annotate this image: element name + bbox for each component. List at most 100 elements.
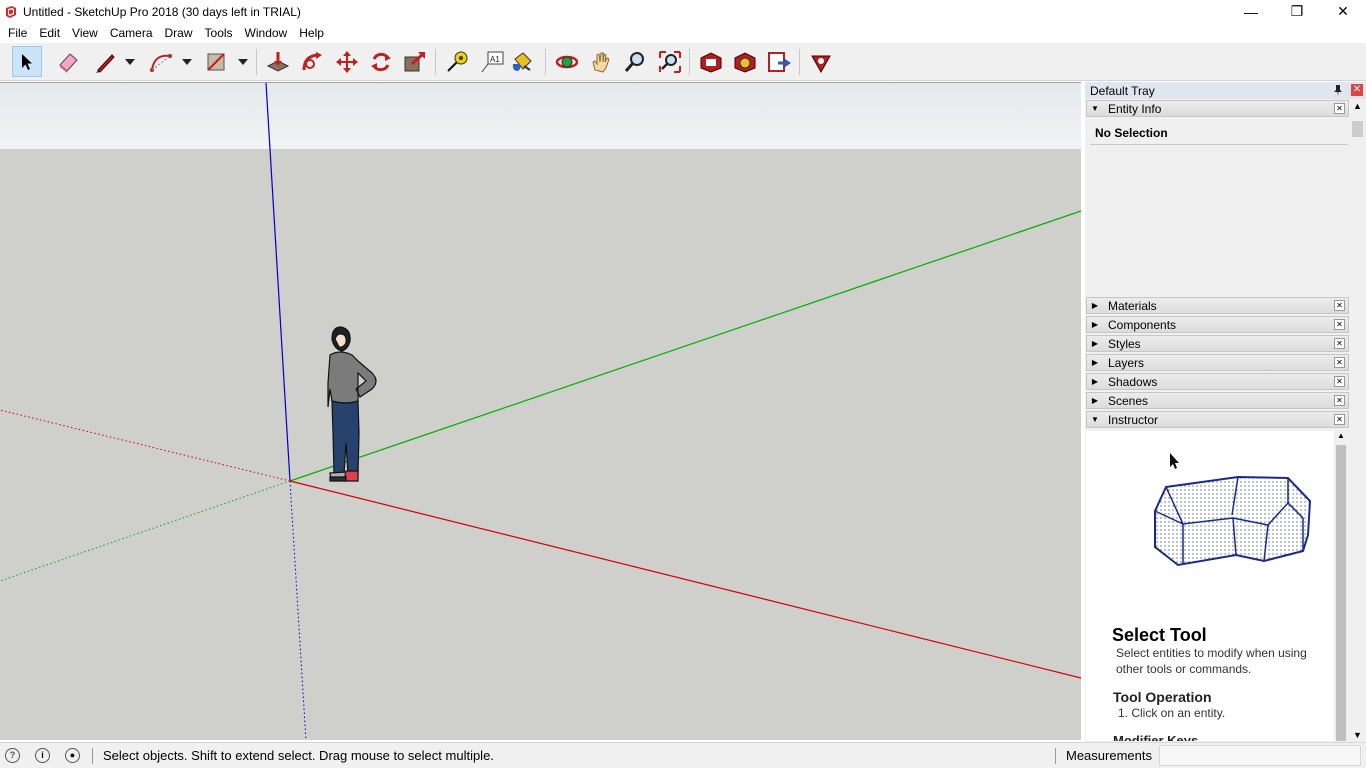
entity-info-close-button[interactable]: ✕ bbox=[1334, 103, 1345, 114]
menu-camera[interactable]: Camera bbox=[104, 23, 159, 43]
layers-close-button[interactable]: ✕ bbox=[1334, 357, 1345, 368]
scroll-up-icon[interactable]: ▲ bbox=[1353, 101, 1362, 111]
shadows-panel-header[interactable]: ▶ Shadows ✕ bbox=[1086, 373, 1349, 390]
select-icon bbox=[22, 53, 32, 70]
pan-tool-button[interactable] bbox=[586, 46, 616, 77]
eraser-tool-button[interactable] bbox=[53, 46, 83, 77]
rectangle-icon bbox=[207, 52, 225, 71]
scenes-close-button[interactable]: ✕ bbox=[1334, 395, 1345, 406]
entity-info-panel-header[interactable]: ▼ Entity Info ✕ bbox=[1086, 100, 1349, 117]
divider bbox=[1090, 144, 1348, 145]
restore-button[interactable]: ❐ bbox=[1274, 0, 1320, 23]
arc-tool-button[interactable] bbox=[146, 46, 176, 77]
move-tool-button[interactable] bbox=[332, 46, 362, 77]
expanded-triangle-icon: ▼ bbox=[1091, 415, 1099, 424]
zoom-extents-tool-button[interactable] bbox=[655, 46, 685, 77]
orbit-tool-button[interactable] bbox=[552, 46, 582, 77]
styles-panel-header[interactable]: ▶ Styles ✕ bbox=[1086, 335, 1349, 352]
geo-location-icon[interactable]: ? bbox=[5, 748, 20, 763]
extension-warehouse-button[interactable] bbox=[730, 46, 760, 77]
instructor-heading: Select Tool bbox=[1112, 625, 1207, 645]
zoom-tool-button[interactable] bbox=[620, 46, 650, 77]
scale-tool-button[interactable] bbox=[400, 46, 430, 77]
instructor-panel-header[interactable]: ▼ Instructor ✕ bbox=[1086, 411, 1349, 428]
pin-icon[interactable] bbox=[1332, 84, 1344, 96]
dropdown-arrow-icon bbox=[182, 58, 192, 65]
selection-status: No Selection bbox=[1095, 126, 1168, 140]
tape-measure-icon bbox=[447, 51, 468, 72]
instructor-close-button[interactable]: ✕ bbox=[1334, 414, 1345, 425]
modifier-keys-heading: Modifier Keys bbox=[1113, 733, 1199, 741]
scale-icon bbox=[404, 51, 426, 71]
text-icon: A1 bbox=[481, 51, 504, 72]
line-icon bbox=[96, 53, 115, 73]
rotate-tool-button[interactable] bbox=[366, 46, 396, 77]
send-to-layout-button[interactable] bbox=[764, 46, 794, 77]
tool-operation-heading: Tool Operation bbox=[1113, 689, 1212, 705]
expanded-triangle-icon: ▼ bbox=[1091, 104, 1099, 113]
scroll-up-icon[interactable]: ▲ bbox=[1337, 431, 1345, 440]
tray-scrollbar[interactable]: ▲ ▼ bbox=[1349, 99, 1366, 742]
move-icon bbox=[336, 50, 358, 73]
send-to-layout-icon bbox=[768, 51, 791, 72]
materials-panel-header[interactable]: ▶ Materials ✕ bbox=[1086, 297, 1349, 314]
select-tool-button[interactable] bbox=[12, 46, 42, 77]
modeling-viewport[interactable] bbox=[0, 82, 1081, 740]
orbit-icon bbox=[555, 55, 579, 68]
menu-window[interactable]: Window bbox=[239, 23, 294, 43]
extension-manager-button[interactable] bbox=[806, 46, 836, 77]
measurements-input[interactable] bbox=[1159, 745, 1361, 766]
menu-view[interactable]: View bbox=[66, 23, 104, 43]
menu-edit[interactable]: Edit bbox=[33, 23, 66, 43]
text-tool-button[interactable]: A1 bbox=[477, 46, 507, 77]
collapsed-triangle-icon: ▶ bbox=[1091, 396, 1099, 405]
components-panel-header[interactable]: ▶ Components ✕ bbox=[1086, 316, 1349, 333]
arc-icon bbox=[150, 53, 172, 72]
layers-panel-header[interactable]: ▶ Layers ✕ bbox=[1086, 354, 1349, 371]
extension-manager-icon bbox=[811, 55, 831, 73]
line-tool-dropdown[interactable] bbox=[123, 46, 137, 77]
menu-draw[interactable]: Draw bbox=[159, 23, 199, 43]
eraser-icon bbox=[59, 52, 78, 73]
tool-operation-step: 1. Click on an entity. bbox=[1118, 706, 1226, 720]
instructor-description: Select entities to modify when using oth… bbox=[1116, 646, 1307, 676]
window-title: Untitled - SketchUp Pro 2018 (30 days le… bbox=[23, 4, 301, 19]
measurements-label: Measurements bbox=[1066, 748, 1152, 763]
title-bar: Untitled - SketchUp Pro 2018 (30 days le… bbox=[0, 0, 1366, 23]
minimize-button[interactable]: — bbox=[1228, 0, 1274, 23]
close-button[interactable]: ✕ bbox=[1320, 0, 1366, 23]
menu-tools[interactable]: Tools bbox=[199, 23, 239, 43]
menu-file[interactable]: File bbox=[2, 23, 33, 43]
scroll-down-icon[interactable]: ▼ bbox=[1353, 730, 1362, 740]
credits-icon[interactable]: i bbox=[35, 748, 50, 763]
svg-text:A1: A1 bbox=[490, 55, 500, 64]
shadows-close-button[interactable]: ✕ bbox=[1334, 376, 1345, 387]
rectangle-tool-dropdown[interactable] bbox=[236, 46, 250, 77]
tray-close-button[interactable]: ✕ bbox=[1351, 84, 1363, 96]
instructor-scrollbar[interactable]: ▲ bbox=[1334, 431, 1348, 741]
styles-close-button[interactable]: ✕ bbox=[1334, 338, 1345, 349]
3d-warehouse-button[interactable] bbox=[696, 46, 726, 77]
scenes-panel-header[interactable]: ▶ Scenes ✕ bbox=[1086, 392, 1349, 409]
line-tool-button[interactable] bbox=[90, 46, 120, 77]
menu-help[interactable]: Help bbox=[293, 23, 330, 43]
status-message: Select objects. Shift to extend select. … bbox=[103, 748, 494, 763]
instructor-label: Instructor bbox=[1108, 412, 1159, 427]
paint-bucket-tool-button[interactable] bbox=[508, 46, 538, 77]
follow-me-tool-button[interactable] bbox=[298, 46, 328, 77]
rectangle-tool-button[interactable] bbox=[201, 46, 231, 77]
dropdown-arrow-icon bbox=[238, 58, 248, 65]
user-account-icon[interactable]: ● bbox=[65, 748, 80, 763]
paint-bucket-icon bbox=[512, 51, 532, 71]
divider bbox=[92, 748, 93, 764]
materials-close-button[interactable]: ✕ bbox=[1334, 300, 1345, 311]
layers-label: Layers bbox=[1108, 355, 1145, 370]
push-pull-tool-button[interactable] bbox=[263, 46, 293, 77]
components-close-button[interactable]: ✕ bbox=[1334, 319, 1345, 330]
arc-tool-dropdown[interactable] bbox=[180, 46, 194, 77]
sketchup-window: Untitled - SketchUp Pro 2018 (30 days le… bbox=[0, 0, 1366, 768]
select-tool-illustration bbox=[1154, 453, 1312, 567]
tray-scroll-thumb[interactable] bbox=[1352, 121, 1363, 137]
tape-measure-tool-button[interactable] bbox=[442, 46, 472, 77]
instructor-scroll-thumb[interactable] bbox=[1336, 445, 1346, 741]
